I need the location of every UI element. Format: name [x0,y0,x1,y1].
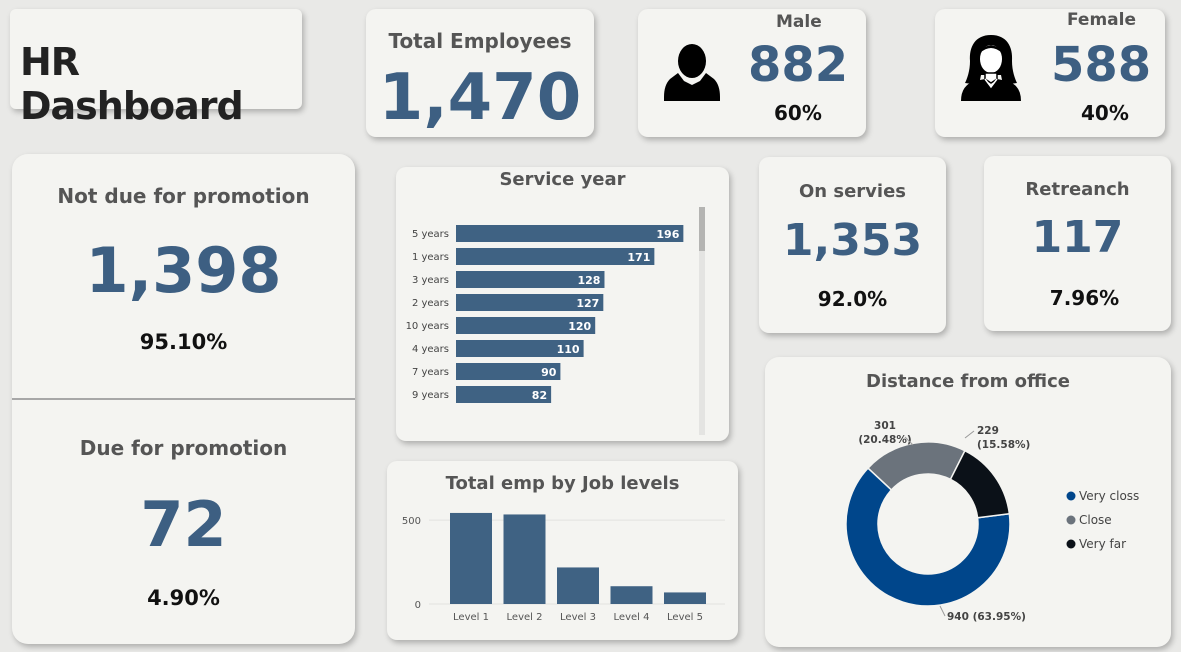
female-label: Female [1067,10,1136,30]
retrench-label: Retreanch [1025,179,1130,200]
total-employees-label: Total Employees [388,29,572,53]
service-year-tick-label: 1 years [412,252,449,263]
service-year-data-label: 110 [557,343,580,356]
distance-legend-marker [1066,539,1076,549]
job-levels-x-tick-label: Level 2 [507,612,543,623]
job-levels-chart: 0 500 Level 1 Level 2 Level 3 Level 4 Level 5 [402,512,725,623]
service-year-tick-label: 5 years [412,229,449,240]
job-levels-y-tick-label: 500 [402,516,421,527]
due-promotion-percent: 4.90% [147,586,220,610]
job-levels-x-tick-label: Level 1 [453,612,489,623]
job-levels-chart-card[interactable]: Total emp by Job levels 0 500 Level 1 Level… [387,461,738,640]
female-person-icon [961,35,1021,101]
retrench-percent: 7.96% [1049,286,1120,310]
male-card[interactable]: Male 882 60% [638,9,866,137]
total-employees-card[interactable]: Total Employees 1,470 [366,9,594,137]
male-label: Male [776,12,822,32]
distance-data-label: 229 [977,425,999,437]
retrench-value: 117 [1031,212,1124,263]
distance-chart-card[interactable]: Distance from office 940 (63.95%) 301 (20.… [765,357,1171,647]
distance-data-label: 940 (63.95%) [947,611,1026,623]
promotion-card[interactable]: Not due for promotion 1,398 95.10% Due f… [12,154,355,644]
distance-data-label: (20.48%) [858,434,911,446]
job-levels-x-tick-label: Level 5 [667,612,703,623]
title-card: HR Dashboard [10,9,302,128]
service-year-tick-label: 10 years [406,321,449,332]
service-year-data-label: 196 [656,228,679,241]
service-year-tick-label: 2 years [412,298,449,309]
page-title: HR Dashboard [20,40,244,128]
male-percent: 60% [774,101,822,125]
female-value: 588 [1051,37,1152,93]
on-service-label: On servies [798,181,906,202]
male-value: 882 [748,37,849,93]
not-due-promotion-value: 1,398 [85,234,282,307]
retrench-card[interactable]: Retreanch 117 7.96% [984,156,1171,331]
service-year-bar [456,225,684,242]
on-service-percent: 92.0% [817,287,888,311]
distance-legend-marker [1066,515,1076,525]
distance-legend-label: Very closs [1079,489,1139,503]
service-year-data-label: 82 [532,389,547,402]
distance-legend-marker [1066,491,1076,501]
male-person-icon [664,44,720,101]
job-levels-x-tick-label: Level 3 [560,612,596,623]
not-due-promotion-label: Not due for promotion [57,184,310,208]
service-year-data-label: 120 [568,320,591,333]
service-year-data-label: 171 [627,251,650,264]
service-year-tick-label: 3 years [412,275,449,286]
female-percent: 40% [1081,101,1129,125]
distance-chart: 940 (63.95%) 301 (20.48%) 229 (15.58%) Very c… [845,420,1139,623]
distance-leader-line [964,430,975,439]
job-levels-x-tick-label: Level 4 [614,612,650,623]
service-year-scrollbar-thumb[interactable] [699,207,705,251]
service-year-bar [456,248,655,265]
service-year-data-label: 127 [576,297,599,310]
distance-legend-label: Very far [1079,537,1126,551]
total-employees-value: 1,470 [378,61,582,135]
distance-slice [949,449,1011,519]
distance-data-label: 301 [874,420,896,432]
service-year-chart: 5 years 196 1 years 171 3 years 128 2 years 127… [406,207,705,435]
job-levels-bar [610,586,653,604]
service-year-tick-label: 7 years [412,367,449,378]
service-year-chart-card[interactable]: Service year 5 years 196 1 years 171 3 years… [396,167,729,441]
job-levels-bar [557,567,599,604]
on-service-value: 1,353 [782,215,923,266]
distance-legend-label: Close [1079,513,1112,527]
promotion-divider [12,398,355,400]
job-levels-y-tick-label: 0 [415,600,421,611]
job-levels-bar [664,592,706,604]
due-promotion-label: Due for promotion [79,436,288,460]
service-year-tick-label: 9 years [412,390,449,401]
job-levels-bar [450,512,492,604]
female-card[interactable]: Female 588 40% [935,9,1165,137]
service-year-data-label: 90 [541,366,557,379]
on-service-card[interactable]: On servies 1,353 92.0% [759,157,946,333]
distance-leader-line [939,605,946,617]
service-year-data-label: 128 [578,274,601,287]
not-due-promotion-percent: 95.10% [139,330,228,354]
due-promotion-value: 72 [140,488,227,561]
job-levels-bar [503,514,546,604]
service-year-tick-label: 4 years [412,344,449,355]
distance-data-label: (15.58%) [977,439,1030,451]
